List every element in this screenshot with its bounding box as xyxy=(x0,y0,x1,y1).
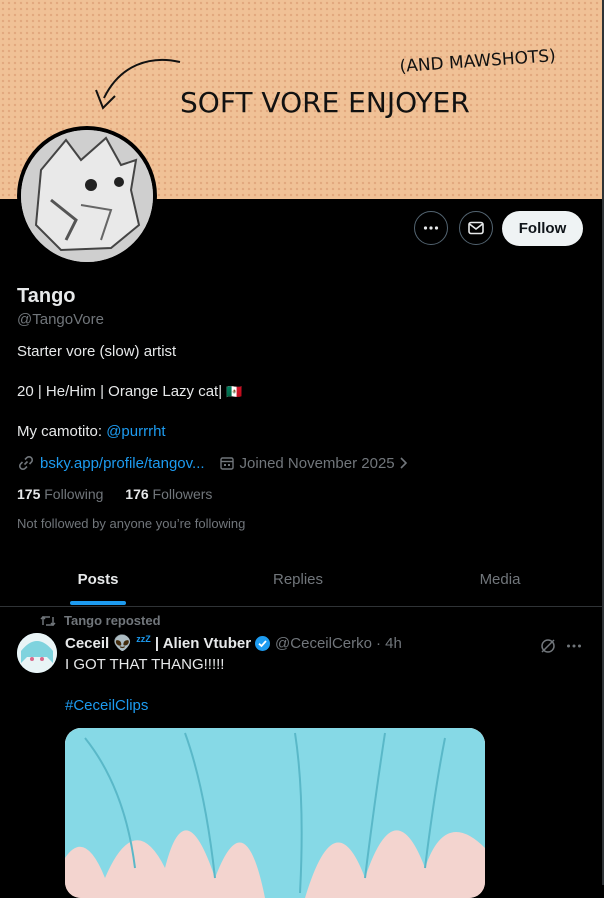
post-text: I GOT THAT THANG!!!!! xyxy=(65,656,225,673)
joined-date: Joined November 2025 xyxy=(239,454,395,472)
profile-handle: @TangoVore xyxy=(17,311,104,328)
tab-replies[interactable]: Replies xyxy=(196,553,400,605)
post-more-button[interactable] xyxy=(563,635,585,657)
post-time[interactable]: · 4h xyxy=(376,635,402,652)
post-header: Ceceil 👽 zzZ | Alien Vtuber @CeceilCerko… xyxy=(65,634,402,652)
chevron-right-icon[interactable] xyxy=(398,456,410,470)
post-author-name[interactable]: Ceceil 👽 zzZ | Alien Vtuber xyxy=(65,634,251,652)
website-link[interactable]: bsky.app/profile/tangov... xyxy=(40,455,205,472)
avatar-image xyxy=(21,130,153,262)
tab-posts[interactable]: Posts xyxy=(0,553,196,605)
followers-count: 176 xyxy=(125,486,149,502)
author-name-text: Ceceil 👽 xyxy=(65,635,137,652)
post-author-handle[interactable]: @CeceilCerko xyxy=(275,635,372,652)
post-author-avatar[interactable] xyxy=(17,633,57,673)
follow-button[interactable]: Follow xyxy=(502,211,583,246)
repost-icon xyxy=(40,615,56,626)
more-options-button[interactable] xyxy=(414,211,448,245)
bio-line-3-prefix: My camotito: xyxy=(17,423,107,440)
bio-line-3: My camotito: @purrrht xyxy=(17,423,166,440)
verified-badge-icon xyxy=(255,635,271,651)
repost-label[interactable]: Tango reposted xyxy=(64,613,161,628)
mexico-flag-icon: 🇲🇽 xyxy=(226,384,243,399)
bio-line-2-text: 20 | He/Him | Orange Lazy cat| xyxy=(17,383,223,400)
profile-meta: bsky.app/profile/tangov... Joined Novemb… xyxy=(17,454,410,472)
banner-text-main: SOFT VORE ENJOYER xyxy=(180,86,470,119)
bio-line-1: Starter vore (slow) artist xyxy=(17,343,177,360)
banner-text-side: (AND MAWSHOTS) xyxy=(399,46,556,77)
calendar-icon xyxy=(219,457,234,470)
profile-avatar[interactable] xyxy=(17,126,157,266)
follow-counts: 175 Following 176 Followers xyxy=(17,486,212,502)
message-button[interactable] xyxy=(459,211,493,245)
profile-tabs: Posts Replies Media xyxy=(0,553,604,607)
following-count: 175 xyxy=(17,486,41,502)
post-hashtag[interactable]: #CeceilClips xyxy=(65,697,148,714)
author-zzz: zzZ xyxy=(136,634,151,644)
banner-arrow xyxy=(103,58,181,99)
active-tab-indicator xyxy=(70,601,126,605)
grok-icon[interactable] xyxy=(537,635,559,657)
not-followed-note: Not followed by anyone you’re following xyxy=(17,516,246,531)
envelope-icon xyxy=(468,221,484,235)
profile-name: Tango xyxy=(17,285,76,307)
followers-label: Followers xyxy=(152,486,213,502)
tab-media[interactable]: Media xyxy=(400,553,600,605)
more-horizontal-icon xyxy=(423,226,439,230)
following-label: Following xyxy=(44,486,104,502)
post-more-icon xyxy=(567,644,581,648)
mention-link[interactable]: @purrrht xyxy=(106,423,165,440)
repost-indicator: Tango reposted xyxy=(40,613,161,628)
bio-line-2: 20 | He/Him | Orange Lazy cat| 🇲🇽 xyxy=(17,383,242,400)
author-name-suffix: | Alien Vtuber xyxy=(150,635,252,652)
following-link[interactable]: 175 Following xyxy=(17,486,103,502)
link-icon xyxy=(18,455,34,471)
post-media-image[interactable] xyxy=(65,728,485,898)
followers-link[interactable]: 176 Followers xyxy=(125,486,212,502)
